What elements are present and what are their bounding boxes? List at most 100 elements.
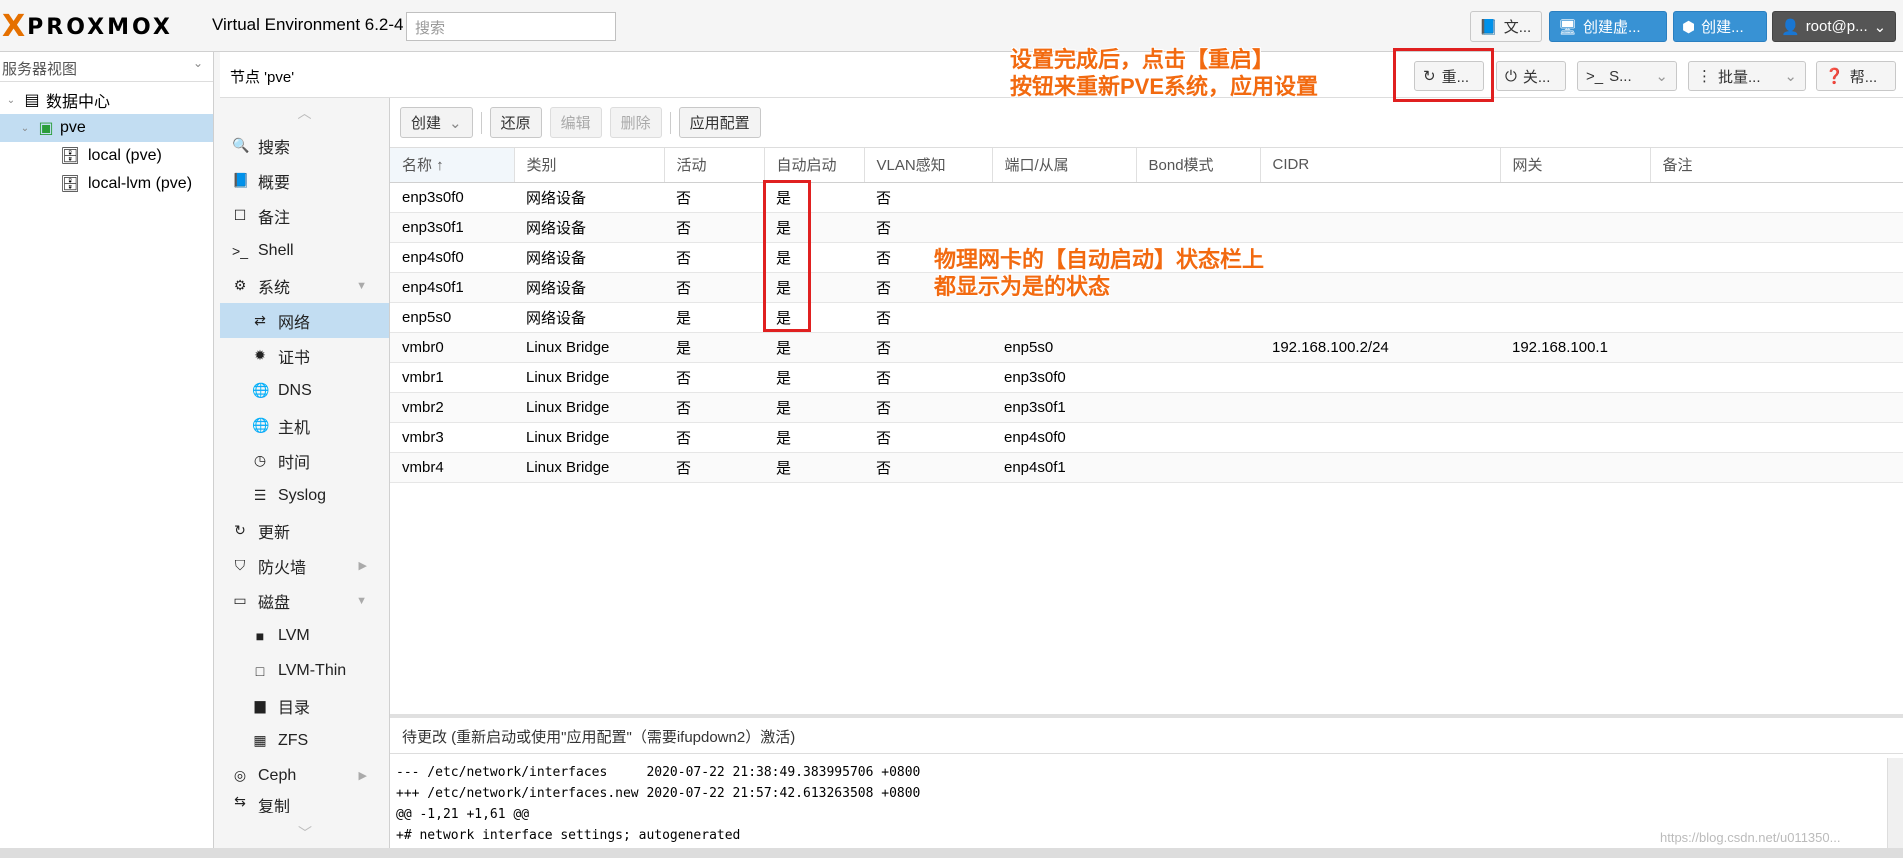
menu-label: 搜索 [258,139,291,157]
tree-datacenter[interactable]: ⌄ ▤ 数据中心 [0,86,213,114]
chevron-down-icon: ⌄ [1655,68,1668,85]
menu-label: ZFS [278,731,309,749]
table-cell: 否 [664,392,764,423]
reboot-annotation: 设置完成后，点击【重启】 按钮来重新PVE系统，应用设置 [1010,46,1318,100]
table-cell [1260,212,1500,243]
square-icon: ■ [255,627,265,644]
view-selector[interactable]: 服务器视图 ⌄ [0,52,213,82]
diff-line: +++ /etc/network/interfaces.new 2020-07-… [396,786,921,801]
app-root: X PROXMOX Virtual Environment 6.2-4 搜索 📘… [0,0,1903,858]
annotation-line: 按钮来重新PVE系统，应用设置 [1010,74,1319,99]
column-header-cidr[interactable]: CIDR [1260,148,1501,183]
tree-node-pve[interactable]: ⌄ ▣ pve [0,114,213,142]
search-input[interactable]: 搜索 [406,12,616,41]
menu-item-ceph[interactable]: ◎ Ceph ▶ [220,758,389,793]
globe-icon: 🌐 [252,417,270,433]
table-row[interactable]: enp3s0f0 网络设备否是否 [390,182,1903,213]
main-panel: 节点 'pve' ↻ 重... ⏻ 关... >_ S... ⌄ ⋮ 批量...… [220,52,1903,858]
table-cell [1136,392,1260,423]
column-header-bond-mode[interactable]: Bond模式 [1136,148,1261,183]
menu-item-hosts[interactable]: 🌐 主机 [220,408,389,443]
pending-changes-panel: 待更改 (重新启动或使用"应用配置"（需要ifupdown2）激活) --- /… [390,714,1903,858]
column-header-vlan-aware[interactable]: VLAN感知 [864,148,993,183]
menu-item-certificates[interactable]: ✹ 证书 [220,338,389,373]
table-cell [1500,182,1650,213]
table-row[interactable]: vmbr2 Linux Bridge 否是否 enp3s0f1 [390,392,1903,423]
scroll-up-icon[interactable]: ︿ [220,98,389,128]
menu-label: Syslog [278,486,327,504]
create-ct-button[interactable]: ⬢ 创建... [1673,11,1767,42]
docs-button[interactable]: 📘 文... [1470,11,1542,42]
menu-item-notes[interactable]: ☐ 备注 [220,198,389,233]
scrollbar[interactable] [1887,758,1903,852]
table-cell [1500,302,1650,333]
table-cell: 是 [764,422,864,453]
table-cell [1260,302,1500,333]
tree-storage-local[interactable]: 🗄 local (pve) [0,142,213,170]
menu-item-disks[interactable]: ▭ 磁盘 ▼ [220,583,389,618]
proxmox-logo[interactable]: X PROXMOX [2,12,173,42]
shutdown-button[interactable]: ⏻ 关... [1496,61,1566,91]
table-row[interactable]: enp3s0f1 网络设备否是否 [390,212,1903,243]
table-row[interactable]: vmbr0 Linux Bridge 是是否 enp5s0 192.168.100.2/… [390,332,1903,363]
table-cell [1650,452,1903,483]
search-icon: 🔍 [232,137,250,153]
column-header-name[interactable]: 名称 ↑ [390,148,515,183]
help-button[interactable]: ❓ 帮... [1816,61,1896,91]
bulk-actions-button[interactable]: ⋮ 批量... ⌄ [1688,61,1806,91]
menu-label: 磁盘 [258,594,291,612]
menu-item-system[interactable]: ⚙ 系统 ▼ [220,268,389,303]
table-row[interactable]: vmbr4 Linux Bridge 否是否 enp4s0f1 [390,452,1903,483]
table-row[interactable]: vmbr1 Linux Bridge 否是否 enp3s0f0 [390,362,1903,393]
user-menu-button[interactable]: 👤 root@p... ⌄ [1772,11,1896,42]
menu-item-firewall[interactable]: ⛉ 防火墙 ▶ [220,548,389,583]
column-header-type[interactable]: 类别 [514,148,665,183]
edit-button[interactable]: 编辑 [549,107,602,138]
menu-item-network[interactable]: ⇄ 网络 [220,303,389,338]
menu-label: 备注 [258,209,291,227]
delete-button[interactable]: 删除 [609,107,662,138]
help-label: 帮... [1849,68,1878,86]
column-header-gateway[interactable]: 网关 [1500,148,1651,183]
table-cell: 192.168.100.1 [1500,332,1650,363]
table-cell [1500,452,1650,483]
column-header-comment[interactable]: 备注 [1650,148,1903,183]
menu-item-updates[interactable]: ↻ 更新 [220,513,389,548]
table-cell: 是 [764,452,864,483]
menu-item-search[interactable]: 🔍 搜索 [220,128,389,163]
shell-button[interactable]: >_ S... ⌄ [1577,61,1677,91]
scroll-down-icon[interactable]: ﹀ [220,818,390,848]
table-cell: 否 [664,182,764,213]
revert-button[interactable]: 还原 [489,107,542,138]
menu-item-dns[interactable]: 🌐 DNS [220,373,389,408]
table-cell: enp3s0f1 [992,392,1136,423]
menu-item-shell[interactable]: >_ Shell [220,233,389,268]
table-cell: 否 [664,422,764,453]
table-cell: 否 [864,392,992,423]
menu-item-lvm[interactable]: ■ LVM [220,618,389,653]
node-menu: ︿ 🔍 搜索 📘 概要 ☐ 备注 >_ Shell ⚙ 系统 ▼ ⇄ 网络 ✹ 证书 🌐 DNS … [220,98,390,848]
apply-config-button[interactable]: 应用配置 [678,107,761,138]
menu-item-directory[interactable]: ▆ 目录 [220,688,389,723]
menu-item-syslog[interactable]: ☰ Syslog [220,478,389,513]
shutdown-label: 关... [1522,68,1551,86]
menu-item-time[interactable]: ◷ 时间 [220,443,389,478]
menu-item-zfs[interactable]: ▦ ZFS [220,723,389,758]
menu-item-lvm-thin[interactable]: □ LVM-Thin [220,653,389,688]
column-header-active[interactable]: 活动 [664,148,765,183]
table-row[interactable]: vmbr3 Linux Bridge 否是否 enp4s0f0 [390,422,1903,453]
collapse-icon: ⌄ [6,94,16,106]
table-cell: 否 [864,212,992,243]
annotation-line: 设置完成后，点击【重启】 [1010,47,1275,72]
table-row[interactable]: enp5s0 网络设备是是否 [390,302,1903,333]
tree-storage-local-lvm[interactable]: 🗄 local-lvm (pve) [0,170,213,198]
table-cell: Linux Bridge [514,452,664,483]
book-icon: 📘 [232,172,250,188]
create-vm-button[interactable]: 🖥 创建虚... [1549,11,1667,42]
column-header-ports[interactable]: 端口/从属 [992,148,1137,183]
create-button[interactable]: 创建 ⌄ [400,107,473,138]
column-header-autostart[interactable]: 自动启动 [764,148,865,183]
create-ct-label: 创建... [1701,19,1744,36]
menu-item-summary[interactable]: 📘 概要 [220,163,389,198]
menu-item-replication[interactable]: ⇆ 复制 [220,793,389,813]
